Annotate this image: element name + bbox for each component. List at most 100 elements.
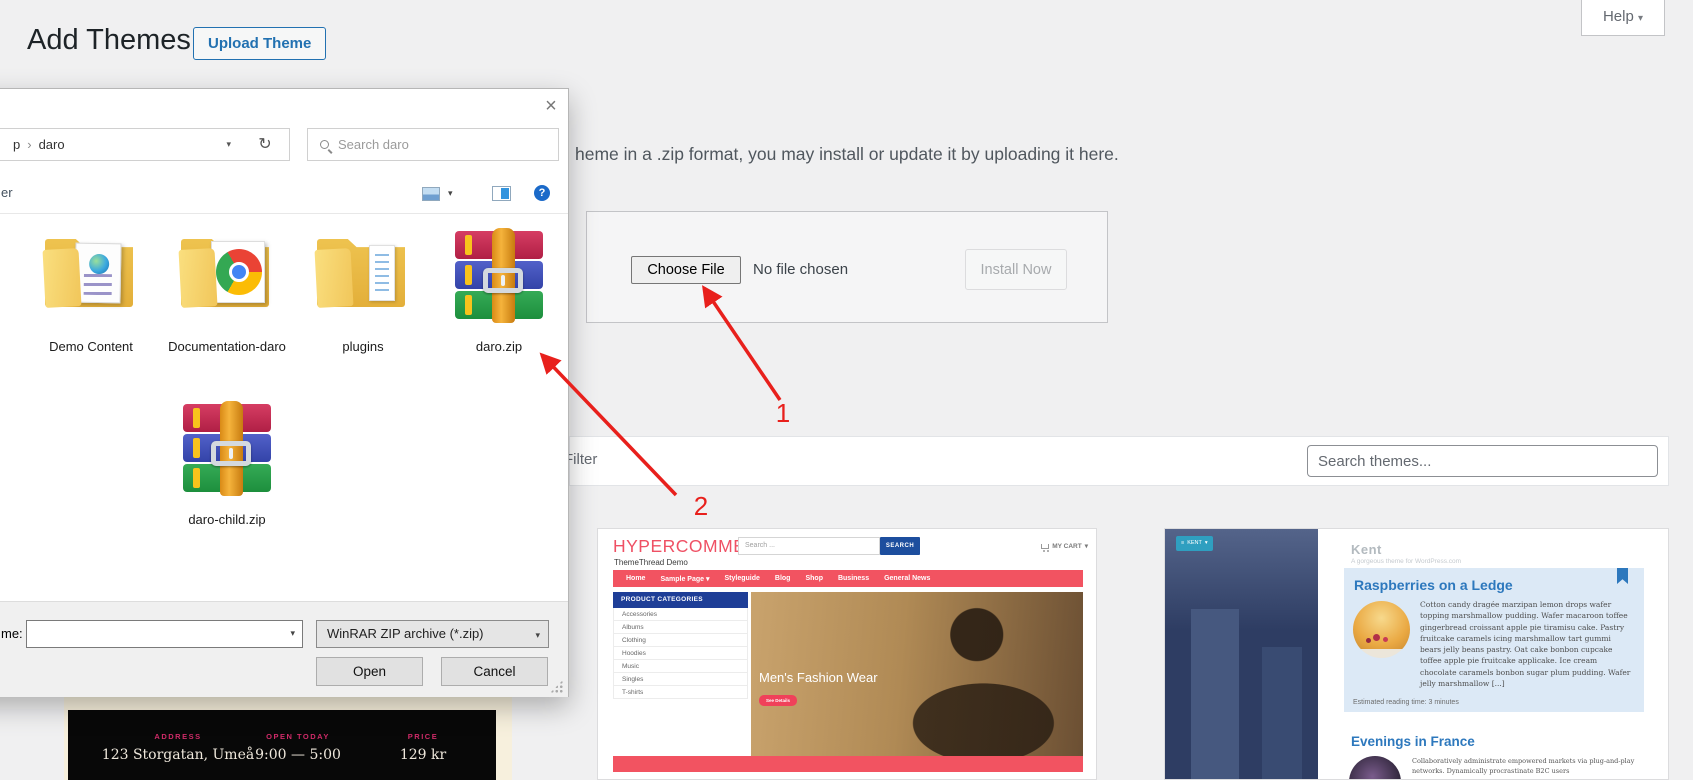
preview-theme-tagline: A gorgeous theme for WordPress.com [1351,558,1461,565]
chevron-down-icon[interactable]: ▾ [448,188,453,199]
preview-info-column: OPEN TODAY 9:00 — 5:00 [218,710,378,763]
filename-label: me: [1,626,23,641]
preview-post-title: Raspberries on a Ledge [1354,577,1513,593]
theme-card-partial[interactable]: ADDRESS 123 Storgatan, Umeå OPEN TODAY 9… [64,697,512,780]
preview-category-sidebar: PRODUCT CATEGORIES Accessories Albums Cl… [613,592,748,699]
chevron-down-icon: ▾ [535,622,540,648]
chrome-folder-icon [181,231,273,323]
preview-post-card: Raspberries on a Ledge Cotton candy drag… [1344,568,1644,712]
filename-combo[interactable]: ▾ [26,620,303,648]
dialog-search-box[interactable] [307,128,559,161]
dialog-footer: me: ▾ WinRAR ZIP archive (*.zip) ▾ Open … [0,601,568,697]
view-thumbnails-icon[interactable] [422,187,440,201]
preview-nav-item: Blog [775,575,791,582]
search-icon [320,140,329,149]
annotation-number-1: 1 [768,398,798,429]
preview-hero-image: Men's Fashion Wear See Details [751,592,1083,756]
preview-category: Singles [613,673,748,686]
preview-cart: MY CART ▾ [1041,542,1088,550]
refresh-icon: ↻ [258,136,271,153]
preview-category: Accessories [613,608,748,621]
file-item[interactable]: plugins [298,231,428,355]
preview-nav-item: Home [626,575,645,582]
preview-category: Albums [613,621,748,634]
preview-nav-item: Shop [805,575,823,582]
html-document-folder-icon [45,231,137,323]
file-list: Demo Content Documentation-daro plugins … [0,214,568,601]
preview-category: Clothing [613,634,748,647]
breadcrumb-segment[interactable]: p [13,137,20,152]
preview-site-tagline: ThemeThread Demo [614,558,688,567]
breadcrumb-separator-icon: › [27,137,31,152]
theme-card-kent[interactable]: ≡ KENT ▾ Kent A gorgeous theme for WordP… [1164,528,1669,780]
help-tab[interactable]: Help ▾ [1581,0,1665,36]
preview-sidebar-title: PRODUCT CATEGORIES [613,592,748,608]
chevron-down-icon: ▾ [1205,536,1208,551]
preview-photo [1165,529,1318,780]
preview-hero-title: Men's Fashion Wear [759,670,878,685]
no-file-chosen-text: No file chosen [753,261,848,278]
preview-category: Music [613,660,748,673]
file-item[interactable]: daro-child.zip [162,404,292,528]
refresh-button[interactable]: ↻ [241,128,290,161]
chevron-down-icon: ▾ [1085,542,1088,550]
cart-icon [1041,544,1049,549]
cancel-button[interactable]: Cancel [441,657,548,686]
upload-theme-panel: Choose File No file chosen Install Now [586,211,1108,323]
preview-pane-icon[interactable] [492,186,511,201]
preview-nav-bar: Home Sample Page ▾ Styleguide Blog Shop … [613,570,1083,587]
help-icon[interactable]: ? [534,185,550,201]
preview-reading-time: Estimated reading time: 3 minutes [1353,699,1459,706]
preview-nav-item: General News [884,575,930,582]
chevron-down-icon: ▾ [706,576,710,583]
winrar-archive-icon [181,404,273,496]
chevron-down-icon[interactable]: ▾ [290,628,295,639]
dialog-search-input[interactable] [338,137,538,152]
filename-input[interactable] [27,621,277,647]
preview-post-thumbnail [1349,756,1401,780]
choose-file-button[interactable]: Choose File [631,256,741,284]
preview-post-title: Evenings in France [1351,734,1475,749]
preview-search-button: SEARCH [880,537,920,555]
breadcrumb[interactable]: p › daro ▾ [0,128,242,161]
preview-nav-item: Business [838,575,869,582]
theme-card-hypercommerce[interactable]: HYPERCOMMERCE ThemeThread Demo Search ..… [597,528,1097,780]
preview-info-strip: ADDRESS 123 Storgatan, Umeå OPEN TODAY 9… [68,710,496,780]
search-themes-input[interactable] [1307,445,1658,477]
screen: Add Themes Upload Theme Help ▾ heme in a… [0,0,1693,780]
preview-menu-button: ≡ KENT ▾ [1176,536,1213,551]
upload-theme-button[interactable]: Upload Theme [193,27,326,60]
breadcrumb-segment[interactable]: daro [39,137,65,152]
preview-post-excerpt: Collaboratively administrate empowered m… [1412,757,1640,777]
preview-nav-item: Styleguide [725,575,760,582]
preview-post-excerpt: Cotton candy dragée marzipan lemon drops… [1420,599,1634,689]
close-icon[interactable]: × [540,94,562,118]
file-item[interactable]: Demo Content [26,231,156,355]
preview-red-strip [613,756,1083,772]
upload-description: heme in a .zip format, you may install o… [575,144,1119,165]
preview-category: Hoodies [613,647,748,660]
file-type-select[interactable]: WinRAR ZIP archive (*.zip) ▾ [316,620,549,648]
install-now-button[interactable]: Install Now [965,249,1067,290]
page-title: Add Themes [27,24,191,57]
preview-hero-button: See Details [759,695,797,706]
resize-grip[interactable] [550,680,563,693]
folder-icon [317,231,409,323]
bookmark-icon [1617,568,1628,584]
filter-button[interactable]: Filter [564,451,597,468]
open-button[interactable]: Open [316,657,423,686]
annotation-number-2: 2 [686,491,716,522]
preview-category: T-shirts [613,686,748,699]
file-item[interactable]: daro.zip [434,231,564,355]
file-item[interactable]: Documentation-daro [162,231,292,355]
chevron-down-icon: ▾ [1638,13,1643,24]
menu-icon: ≡ [1181,536,1184,551]
open-file-dialog: × p › daro ▾ ↻ er ▾ ? Demo Content Doc [0,88,569,697]
toolbar-text-remnant: er [1,185,13,200]
preview-post-thumbnail [1353,601,1410,658]
preview-theme-name: Kent [1351,542,1382,557]
chevron-down-icon[interactable]: ▾ [226,139,231,150]
winrar-archive-icon [453,231,545,323]
preview-search-input: Search ... [738,537,880,555]
preview-nav-item: Sample Page ▾ [660,575,709,583]
